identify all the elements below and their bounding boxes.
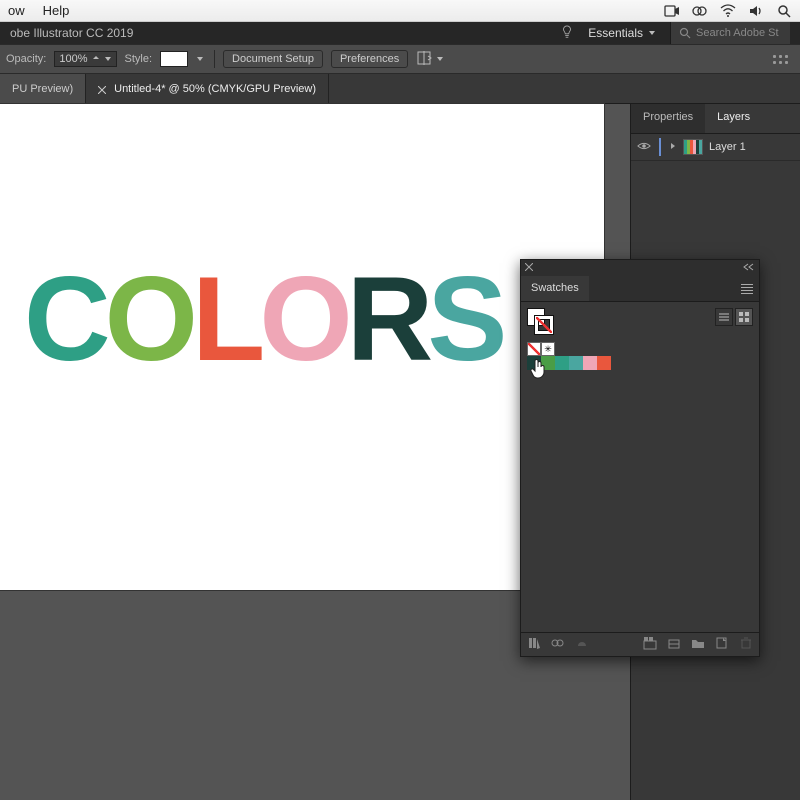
search-placeholder: Search Adobe St — [696, 27, 779, 39]
document-setup-button[interactable]: Document Setup — [223, 50, 323, 68]
canvas-text-colors: COLORS — [24, 259, 501, 379]
workspace-label: Essentials — [588, 26, 643, 40]
canvas-letter: S — [427, 259, 501, 379]
wifi-icon[interactable] — [720, 3, 736, 19]
show-kinds-icon[interactable] — [551, 636, 565, 653]
cursor-icon — [529, 358, 547, 383]
learn-icon[interactable] — [560, 25, 574, 42]
app-title: obe Illustrator CC 2019 — [10, 26, 133, 40]
stroke-swatch[interactable] — [535, 316, 553, 334]
workspace-switcher[interactable]: Essentials — [588, 26, 656, 40]
search-adobe-stock[interactable]: Search Adobe St — [670, 22, 790, 44]
divider — [214, 50, 215, 68]
swatch-options-icon — [575, 636, 589, 653]
canvas-letter: O — [259, 259, 346, 379]
canvas-letter: O — [105, 259, 192, 379]
swatches-tab[interactable]: Swatches — [521, 276, 589, 301]
canvas[interactable]: COLORS — [0, 104, 604, 590]
layer-color-bar — [659, 138, 661, 156]
visibility-icon[interactable] — [637, 139, 651, 156]
workspace-area: COLORS Properties Layers Layer 1 Swatche… — [0, 104, 800, 800]
new-swatch-icon[interactable] — [667, 636, 681, 653]
layer-name[interactable]: Layer 1 — [709, 141, 746, 153]
opacity-field[interactable]: 100% — [54, 51, 116, 67]
align-icon[interactable] — [416, 50, 432, 69]
creative-cloud-icon[interactable] — [692, 3, 708, 19]
panel-menu[interactable] — [589, 276, 759, 301]
swatch-color[interactable] — [583, 356, 597, 370]
style-label: Style: — [125, 53, 153, 65]
folder-icon[interactable] — [691, 636, 705, 653]
tab-label: PU Preview) — [12, 83, 73, 95]
style-dropdown-icon[interactable] — [196, 56, 206, 62]
swatch-libraries-icon[interactable] — [527, 636, 541, 653]
spotlight-icon[interactable] — [776, 3, 792, 19]
new-color-group-icon[interactable] — [643, 636, 657, 653]
style-swatch[interactable] — [160, 51, 188, 67]
swatch-color[interactable] — [569, 356, 583, 370]
layer-row[interactable]: Layer 1 — [631, 134, 800, 161]
swatches-panel[interactable]: Swatches — [520, 259, 760, 657]
tab-properties[interactable]: Properties — [631, 104, 705, 133]
document-tab-1[interactable]: Untitled-4* @ 50% (CMYK/GPU Preview) — [86, 74, 329, 103]
swatch-color[interactable] — [597, 356, 611, 370]
preferences-button[interactable]: Preferences — [331, 50, 408, 68]
fill-stroke-indicator[interactable] — [527, 308, 553, 334]
volume-icon[interactable] — [748, 3, 764, 19]
opacity-value: 100% — [59, 53, 87, 65]
new-icon[interactable] — [715, 636, 729, 653]
canvas-letter: R — [347, 259, 428, 379]
opacity-label: Opacity: — [6, 53, 46, 65]
layer-thumbnail — [683, 139, 703, 155]
control-bar: Opacity: 100% Style: Document Setup Pref… — [0, 44, 800, 74]
swatch-none[interactable] — [527, 342, 541, 356]
hamburger-icon — [741, 284, 753, 294]
tab-layers[interactable]: Layers — [705, 104, 762, 133]
mac-menubar: ow Help — [0, 0, 800, 22]
trash-icon — [739, 636, 753, 653]
menu-window[interactable]: ow — [8, 3, 25, 18]
tab-label: Untitled-4* @ 50% (CMYK/GPU Preview) — [114, 83, 316, 95]
close-icon[interactable] — [98, 85, 106, 93]
panel-dots-icon[interactable] — [773, 55, 788, 64]
canvas-letter: C — [24, 259, 105, 379]
document-tab-0[interactable]: PU Preview) — [0, 74, 86, 103]
document-tab-strip: PU Preview) Untitled-4* @ 50% (CMYK/GPU … — [0, 74, 800, 104]
swatch-registration[interactable] — [541, 342, 555, 356]
list-view-icon[interactable] — [715, 308, 733, 326]
chevron-right-icon[interactable] — [669, 141, 677, 153]
grid-view-icon[interactable] — [735, 308, 753, 326]
panel-titlebar[interactable] — [521, 260, 759, 276]
screenrec-icon[interactable] — [664, 3, 680, 19]
swatch-color[interactable] — [555, 356, 569, 370]
align-dropdown-icon[interactable] — [436, 53, 444, 65]
close-icon[interactable] — [525, 262, 533, 274]
canvas-letter: L — [192, 259, 259, 379]
app-titlebar: obe Illustrator CC 2019 Essentials Searc… — [0, 22, 800, 44]
menu-help[interactable]: Help — [43, 3, 70, 18]
collapse-icon[interactable] — [743, 262, 755, 274]
